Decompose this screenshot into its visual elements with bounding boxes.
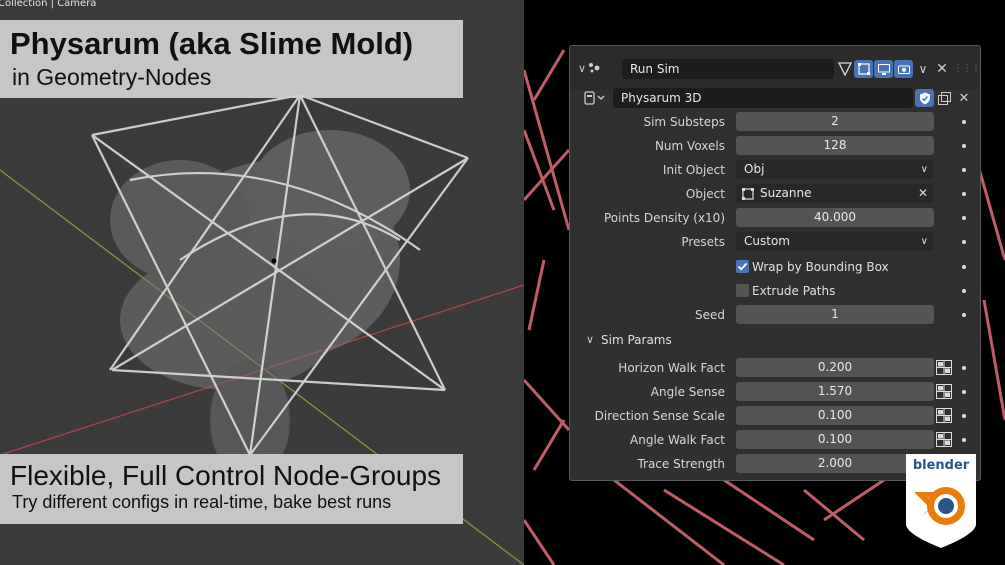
angle-walk-label: Angle Walk Fact <box>630 433 725 447</box>
dropdown-chevron-icon[interactable]: ∨ <box>914 60 932 78</box>
keyframe-dot-icon[interactable] <box>962 438 966 442</box>
trace-strength-label: Trace Strength <box>637 457 725 471</box>
direction-sense-label: Direction Sense Scale <box>594 409 725 423</box>
modifier-name-input[interactable]: Run Sim <box>622 59 834 79</box>
modifier-panel: ∨ Run Sim ∨ ✕ ⋮⋮⋮ Physarum 3D ✕ Sim Subs… <box>569 45 981 481</box>
presets-dropdown[interactable]: Custom ∨ <box>736 232 934 251</box>
chevron-down-icon: ∨ <box>920 236 928 247</box>
points-density-label: Points Density (x10) <box>603 211 725 225</box>
unlink-close-icon[interactable]: ✕ <box>955 89 973 107</box>
modifier-header: ∨ Run Sim ∨ ✕ ⋮⋮⋮ <box>570 46 980 90</box>
clear-x-icon[interactable]: ✕ <box>918 184 928 203</box>
param-row: Angle Sense 1.570 <box>570 382 980 402</box>
fake-user-shield-icon[interactable] <box>915 89 934 107</box>
cage-icon[interactable] <box>854 60 873 78</box>
modifier-title-row: ∨ <box>578 58 604 78</box>
presets-row: Presets Custom ∨ <box>570 232 980 252</box>
extrude-paths-label: Extrude Paths <box>752 284 836 298</box>
chevron-down-icon: ∨ <box>920 164 928 175</box>
object-cube-icon <box>742 187 754 206</box>
direction-sense-field[interactable]: 0.100 <box>736 406 934 425</box>
angle-sense-label: Angle Sense <box>650 385 725 399</box>
sim-params-label: Sim Params <box>601 333 672 347</box>
keyframe-dot-icon[interactable] <box>962 414 966 418</box>
viewport-breadcrumb: Collection | Camera <box>0 0 97 9</box>
bottom-overlay: Flexible, Full Control Node-Groups Try d… <box>0 454 463 524</box>
keyframe-dot-icon[interactable] <box>962 240 966 244</box>
num-voxels-row: Num Voxels 128 <box>570 136 980 156</box>
expand-chevron-icon[interactable]: ∨ <box>586 330 594 350</box>
param-row: Angle Walk Fact 0.100 <box>570 430 980 450</box>
wrap-bbox-row: Wrap by Bounding Box <box>570 257 980 277</box>
keyframe-dot-icon[interactable] <box>962 144 966 148</box>
close-icon[interactable]: ✕ <box>933 60 951 78</box>
node-socket-icon[interactable] <box>936 384 952 399</box>
object-row: Object Suzanne ✕ <box>570 184 980 204</box>
3d-viewport[interactable]: Collection | Camera Physarum (aka Slime … <box>0 0 524 565</box>
edit-mode-icon[interactable] <box>835 60 854 78</box>
wrap-bbox-label: Wrap by Bounding Box <box>752 260 889 274</box>
sim-params-header[interactable]: ∨ Sim Params <box>570 330 980 350</box>
keyframe-dot-icon[interactable] <box>962 390 966 394</box>
num-voxels-label: Num Voxels <box>654 139 725 153</box>
keyframe-dot-icon[interactable] <box>962 289 966 293</box>
num-voxels-field[interactable]: 128 <box>736 136 934 155</box>
blender-logo-text: blender <box>913 458 970 473</box>
duplicate-icon[interactable] <box>935 89 953 107</box>
bottom-subtitle-text: Try different configs in real-time, bake… <box>12 492 392 512</box>
angle-walk-field[interactable]: 0.100 <box>736 430 934 449</box>
init-object-dropdown[interactable]: Obj ∨ <box>736 160 934 179</box>
title-text: Physarum (aka Slime Mold) <box>10 26 414 61</box>
object-picker[interactable]: Suzanne ✕ <box>736 184 934 203</box>
horizon-walk-label: Horizon Walk Fact <box>618 361 725 375</box>
node-tree-icon[interactable] <box>584 91 606 108</box>
bottom-title-text: Flexible, Full Control Node-Groups <box>10 460 442 491</box>
points-density-row: Points Density (x10) 40.000 <box>570 208 980 228</box>
seed-row: Seed 1 <box>570 305 980 325</box>
init-object-value: Obj <box>744 162 765 176</box>
init-object-label: Init Object <box>662 163 725 177</box>
keyframe-dot-icon[interactable] <box>962 168 966 172</box>
object-label: Object <box>685 187 725 201</box>
sim-substeps-row: Sim Substeps 2 <box>570 112 980 132</box>
seed-field[interactable]: 1 <box>736 305 934 324</box>
extrude-paths-checkbox[interactable] <box>736 284 749 297</box>
node-group-input[interactable]: Physarum 3D <box>613 88 913 108</box>
blender-logo: blender <box>906 454 976 548</box>
seed-label: Seed <box>695 308 725 322</box>
keyframe-dot-icon[interactable] <box>962 216 966 220</box>
object-value: Suzanne <box>760 186 812 200</box>
sim-substeps-label: Sim Substeps <box>643 115 725 129</box>
drag-handle-icon[interactable]: ⋮⋮⋮ <box>954 60 981 78</box>
points-density-field[interactable]: 40.000 <box>736 208 934 227</box>
keyframe-dot-icon[interactable] <box>962 265 966 269</box>
node-socket-icon[interactable] <box>936 408 952 423</box>
keyframe-dot-icon[interactable] <box>962 366 966 370</box>
horizon-walk-field[interactable]: 0.200 <box>736 358 934 377</box>
node-group-row: Physarum 3D ✕ <box>570 88 980 108</box>
keyframe-dot-icon[interactable] <box>962 120 966 124</box>
viewport-display-icon[interactable] <box>874 60 893 78</box>
title-overlay: Physarum (aka Slime Mold) in Geometry-No… <box>0 20 463 98</box>
node-socket-icon[interactable] <box>936 432 952 447</box>
collapse-chevron-icon[interactable]: ∨ <box>578 62 586 75</box>
render-camera-icon[interactable] <box>894 60 913 78</box>
keyframe-dot-icon[interactable] <box>962 192 966 196</box>
keyframe-dot-icon[interactable] <box>962 313 966 317</box>
presets-value: Custom <box>744 234 790 248</box>
extrude-paths-row: Extrude Paths <box>570 281 980 301</box>
wrap-bbox-checkbox[interactable] <box>736 260 749 273</box>
geometry-nodes-icon <box>586 59 604 77</box>
angle-sense-field[interactable]: 1.570 <box>736 382 934 401</box>
param-row: Horizon Walk Fact 0.200 <box>570 358 980 378</box>
origin-point <box>271 258 277 264</box>
subtitle-text: in Geometry-Nodes <box>12 64 212 90</box>
presets-label: Presets <box>681 235 725 249</box>
init-object-row: Init Object Obj ∨ <box>570 160 980 180</box>
node-socket-icon[interactable] <box>936 360 952 375</box>
sim-substeps-field[interactable]: 2 <box>736 112 934 131</box>
param-row: Direction Sense Scale 0.100 <box>570 406 980 426</box>
